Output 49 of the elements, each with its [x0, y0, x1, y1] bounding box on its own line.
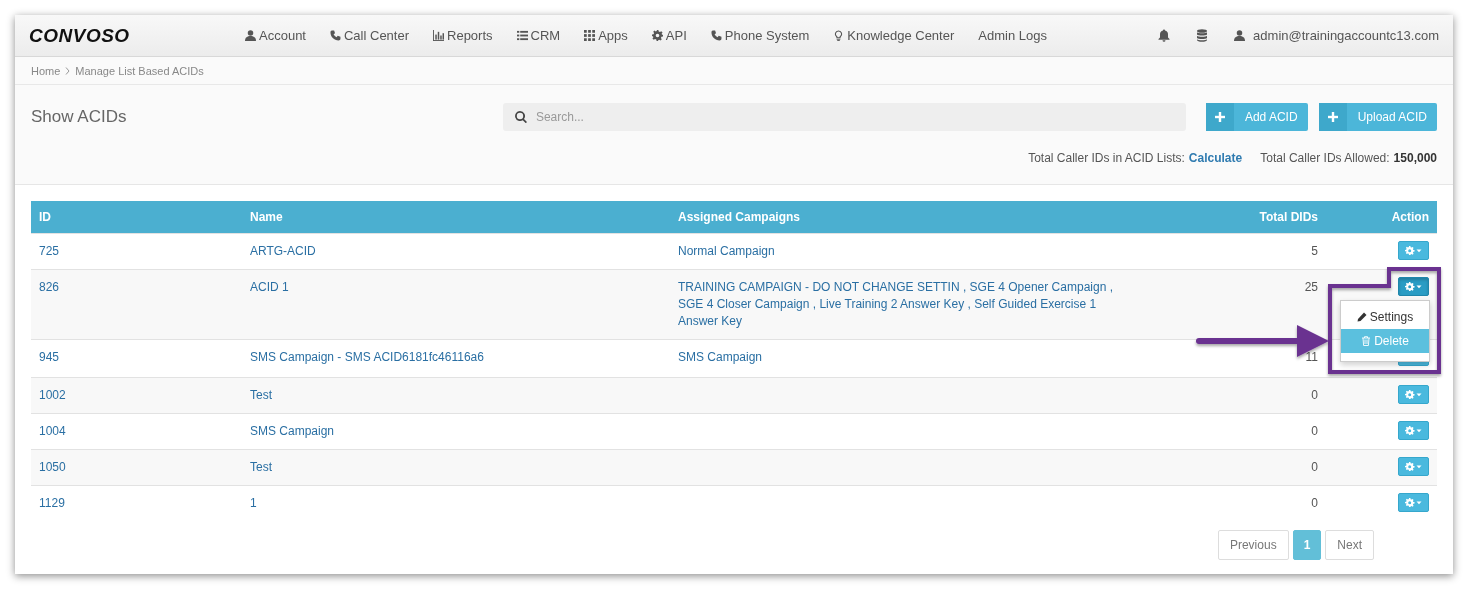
nav-link[interactable]: Admin Logs — [978, 28, 1047, 43]
name-link[interactable]: Test — [250, 388, 272, 402]
nav-link[interactable]: Reports — [433, 28, 493, 43]
campaign-link[interactable]: SMS Campaign — [678, 349, 1123, 366]
name-link[interactable]: ARTG-ACID — [250, 244, 316, 258]
table-cell: 25 — [1304, 280, 1318, 294]
stat-label: Total Caller IDs Allowed: — [1260, 151, 1390, 165]
page-button[interactable]: Previous — [1217, 530, 1289, 560]
id-link[interactable]: 1050 — [39, 460, 66, 474]
name-link[interactable]: SMS Campaign - SMS ACID6181fc46116a6 — [250, 350, 484, 364]
name-link[interactable]: SMS Campaign — [250, 424, 335, 438]
calculate-link[interactable]: Calculate — [1188, 151, 1243, 165]
column-header: ID — [31, 201, 242, 234]
column-header: Action — [1326, 201, 1437, 234]
id-link[interactable]: 1129 — [39, 496, 65, 510]
column-header: Assigned Campaigns — [670, 201, 1180, 234]
nav-link[interactable]: API — [651, 28, 687, 43]
nav-link[interactable]: CRM — [516, 28, 561, 43]
id-link[interactable]: 945 — [39, 350, 60, 364]
stat-value: 150,000 — [1393, 151, 1437, 165]
campaign-link[interactable]: Normal Campaign — [678, 243, 1123, 260]
stat-label: Total Caller IDs in ACID Lists: — [1028, 151, 1185, 165]
table-cell: 5 — [1311, 244, 1318, 258]
page-title: Show ACIDs — [31, 107, 128, 127]
nav-link[interactable]: Apps — [584, 28, 628, 43]
table-cell: 11 — [1305, 350, 1318, 364]
id-link[interactable]: 826 — [39, 280, 60, 294]
name-link[interactable]: Test — [250, 460, 272, 474]
column-header: Total DIDs — [1180, 201, 1326, 234]
user-menu[interactable]: admin@trainingaccountc13.com — [1234, 28, 1439, 43]
id-link[interactable]: 1004 — [39, 424, 66, 438]
table-cell: 0 — [1311, 496, 1318, 510]
column-header: Name — [242, 201, 670, 234]
table-cell: 0 — [1311, 460, 1318, 474]
nav-link[interactable]: Phone System — [710, 28, 810, 43]
nav-link[interactable]: Knowledge Center — [833, 28, 955, 43]
breadcrumb-link[interactable]: Home — [31, 64, 61, 77]
logo: CONVOSO — [29, 24, 130, 47]
nav-link[interactable]: Call Center — [330, 28, 409, 43]
table-cell: 0 — [1311, 388, 1318, 402]
name-link[interactable]: 1 — [250, 496, 257, 510]
breadcrumb-link[interactable]: Manage List Based ACIDs — [75, 64, 204, 77]
id-link[interactable]: 725 — [39, 244, 60, 258]
table-cell: 0 — [1311, 424, 1318, 438]
name-link[interactable]: ACID 1 — [250, 280, 289, 294]
id-link[interactable]: 1002 — [39, 388, 66, 402]
page-button[interactable]: Next — [1325, 530, 1374, 560]
nav-link[interactable]: Account — [245, 28, 306, 43]
search-field[interactable]: Search... — [502, 103, 1186, 131]
